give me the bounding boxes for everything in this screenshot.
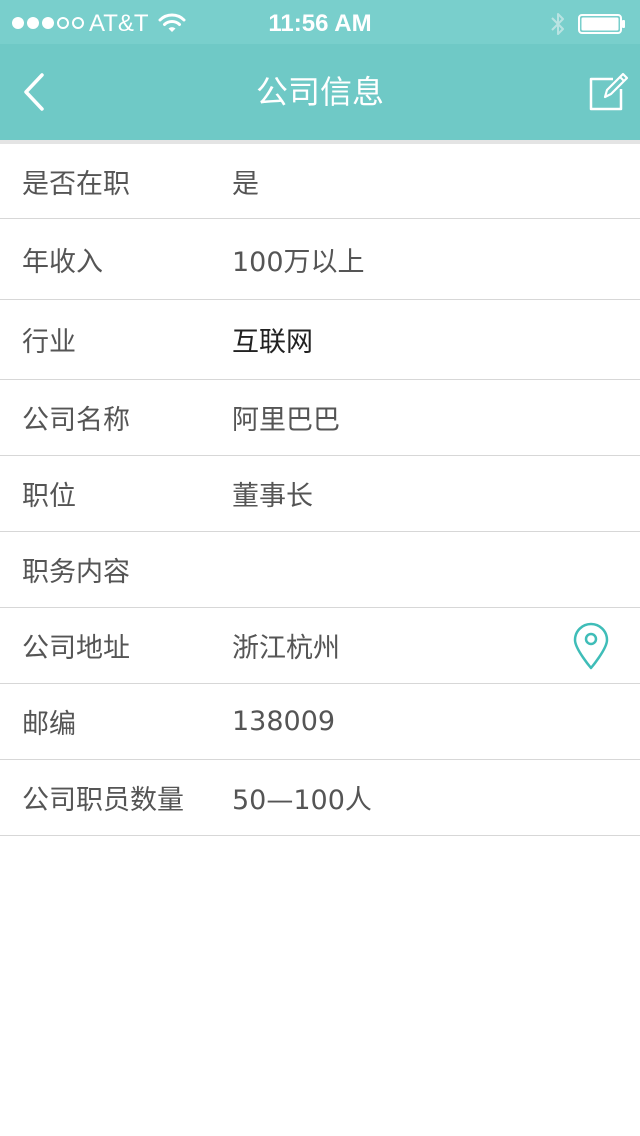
status-time: 11:56 AM xyxy=(268,10,372,37)
row-label: 公司地址 xyxy=(22,633,130,664)
row-value: 浙江杭州 xyxy=(232,633,340,664)
row-value: 董事长 xyxy=(232,481,313,512)
row-industry[interactable]: 行业 互联网 xyxy=(0,300,640,380)
status-bar: AT&T 11:56 AM xyxy=(0,0,640,44)
bluetooth-icon xyxy=(551,13,564,35)
row-value: 互联网 xyxy=(232,327,313,358)
row-value: 138009 xyxy=(232,706,336,737)
row-position[interactable]: 职位 董事长 xyxy=(0,456,640,532)
row-annual-income[interactable]: 年收入 100万以上 xyxy=(0,219,640,300)
nav-bar: 公司信息 xyxy=(0,44,640,140)
row-company-name[interactable]: 公司名称 阿里巴巴 xyxy=(0,380,640,456)
row-value: 100万以上 xyxy=(232,246,365,278)
row-label: 行业 xyxy=(22,327,76,358)
edit-icon xyxy=(589,72,629,111)
row-value: 是 xyxy=(232,168,259,200)
row-company-address[interactable]: 公司地址 浙江杭州 xyxy=(0,608,640,684)
row-value: 50—100人 xyxy=(232,785,372,816)
battery-icon xyxy=(578,14,625,34)
row-label: 邮编 xyxy=(22,709,76,740)
row-postal-code[interactable]: 邮编 138009 xyxy=(0,684,640,760)
row-employee-count[interactable]: 公司职员数量 50—100人 xyxy=(0,760,640,836)
location-pin-icon[interactable] xyxy=(572,622,610,670)
row-label: 公司职员数量 xyxy=(22,785,184,816)
row-label: 职务内容 xyxy=(22,557,130,588)
row-label: 公司名称 xyxy=(22,405,130,436)
row-employment-status[interactable]: 是否在职 是 xyxy=(0,144,640,219)
page-title: 公司信息 xyxy=(255,73,384,111)
row-label: 年收入 xyxy=(22,246,103,278)
edit-button[interactable] xyxy=(584,68,632,116)
row-label: 是否在职 xyxy=(22,168,130,200)
row-label: 职位 xyxy=(22,481,76,512)
row-job-description[interactable]: 职务内容 xyxy=(0,532,640,608)
row-value: 阿里巴巴 xyxy=(232,405,340,436)
company-info-list: 是否在职 是 年收入 100万以上 行业 互联网 公司名称 阿里巴巴 职位 董事… xyxy=(0,144,640,836)
